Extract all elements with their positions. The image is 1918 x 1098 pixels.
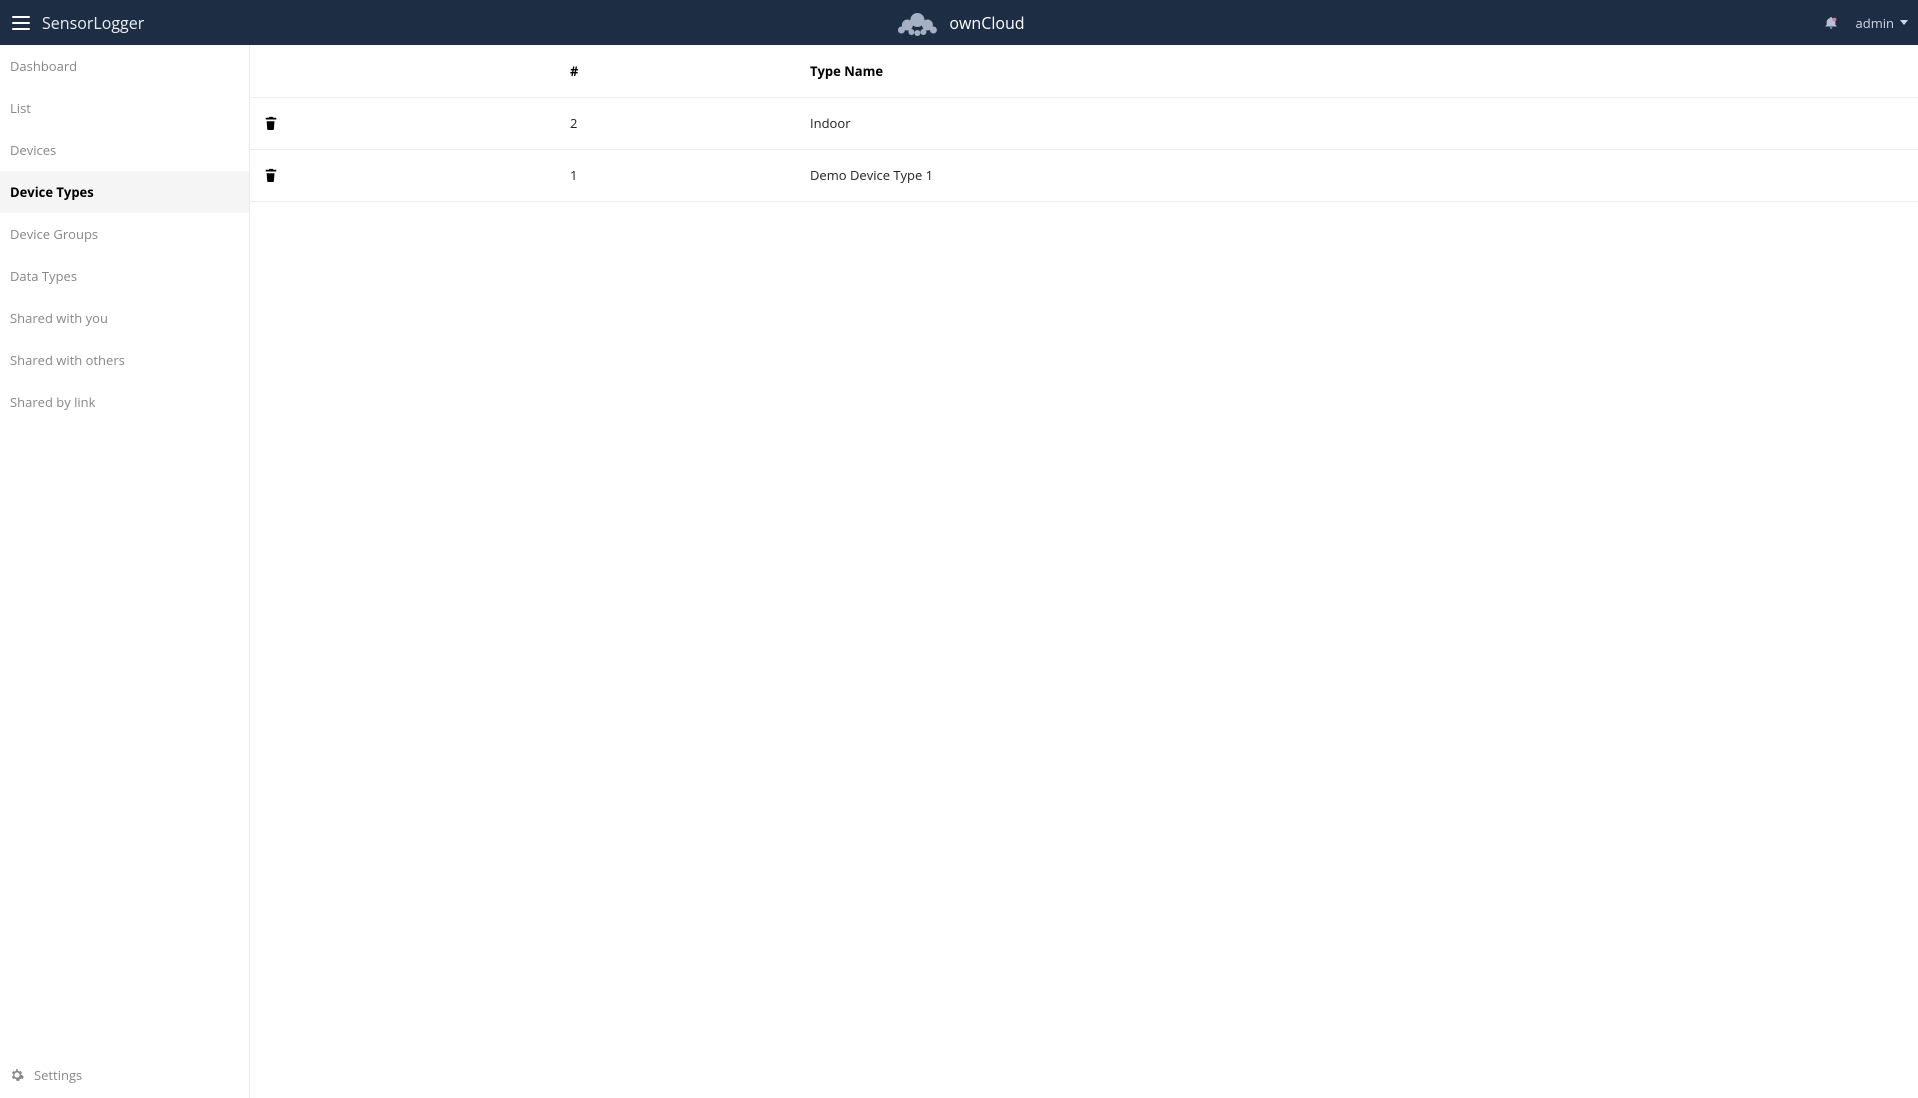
caret-down-icon bbox=[1900, 20, 1908, 25]
table-row[interactable]: 1 Demo Device Type 1 bbox=[250, 149, 1918, 201]
sidebar-item-shared-with-others[interactable]: Shared with others bbox=[0, 339, 249, 381]
sidebar-settings-label: Settings bbox=[34, 1066, 82, 1084]
table-header-id[interactable]: # bbox=[570, 45, 810, 97]
user-menu-label: admin bbox=[1856, 14, 1894, 32]
sidebar-item-devices[interactable]: Devices bbox=[0, 129, 249, 171]
sidebar-item-device-types[interactable]: Device Types bbox=[0, 171, 249, 213]
table-header-row: # Type Name bbox=[250, 45, 1918, 97]
table-header-name[interactable]: Type Name bbox=[810, 45, 1918, 97]
owncloud-logo-icon bbox=[893, 10, 941, 36]
brand-text: ownCloud bbox=[949, 12, 1024, 34]
cell-name: Demo Device Type 1 bbox=[810, 149, 1918, 201]
device-types-table: # Type Name 2 Indoor bbox=[250, 45, 1918, 202]
sidebar-item-shared-by-link[interactable]: Shared by link bbox=[0, 381, 249, 423]
sidebar-settings[interactable]: Settings bbox=[0, 1054, 249, 1098]
sidebar-item-dashboard[interactable]: Dashboard bbox=[0, 45, 249, 87]
cell-id: 2 bbox=[570, 97, 810, 149]
trash-icon[interactable] bbox=[264, 168, 570, 182]
cell-id: 1 bbox=[570, 149, 810, 201]
hamburger-icon[interactable] bbox=[12, 16, 30, 30]
gear-icon bbox=[10, 1068, 24, 1082]
cell-name: Indoor bbox=[810, 97, 1918, 149]
sidebar-item-device-groups[interactable]: Device Groups bbox=[0, 213, 249, 255]
sidebar-nav: Dashboard List Devices Device Types Devi… bbox=[0, 45, 249, 423]
sidebar: Dashboard List Devices Device Types Devi… bbox=[0, 45, 250, 1098]
notifications-icon[interactable] bbox=[1824, 16, 1838, 30]
header-brand[interactable]: ownCloud bbox=[893, 10, 1024, 36]
user-menu[interactable]: admin bbox=[1856, 14, 1908, 32]
content: # Type Name 2 Indoor bbox=[250, 45, 1918, 1098]
app-header: SensorLogger ownCloud admi bbox=[0, 0, 1918, 45]
table-header-actions bbox=[250, 45, 570, 97]
sidebar-item-list[interactable]: List bbox=[0, 87, 249, 129]
header-right: admin bbox=[1824, 14, 1908, 32]
sidebar-item-data-types[interactable]: Data Types bbox=[0, 255, 249, 297]
header-left: SensorLogger bbox=[10, 12, 144, 34]
trash-icon[interactable] bbox=[264, 116, 570, 130]
app-title[interactable]: SensorLogger bbox=[42, 12, 144, 34]
app-body: Dashboard List Devices Device Types Devi… bbox=[0, 45, 1918, 1098]
sidebar-item-shared-with-you[interactable]: Shared with you bbox=[0, 297, 249, 339]
table-row[interactable]: 2 Indoor bbox=[250, 97, 1918, 149]
